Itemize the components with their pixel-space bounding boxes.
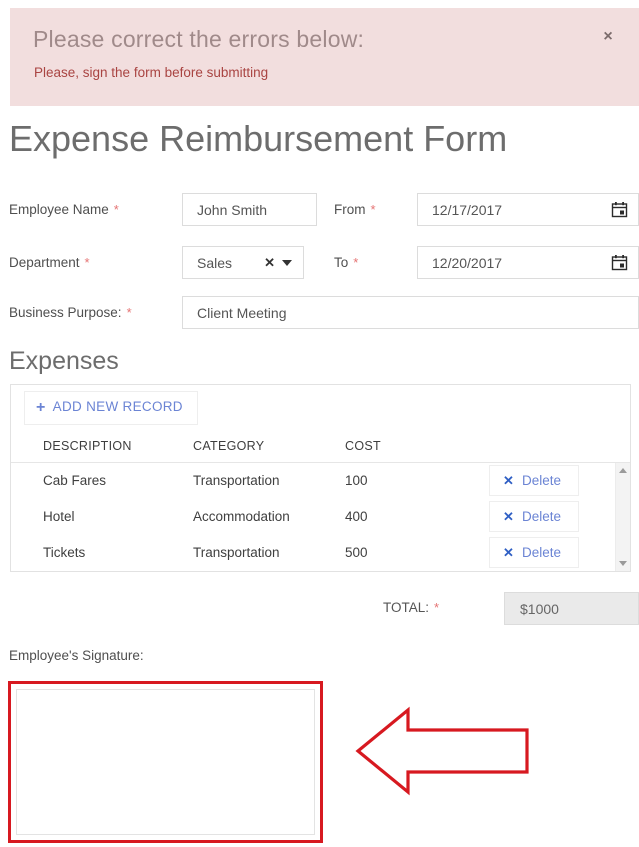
cell-category: Transportation — [193, 545, 280, 560]
cell-category: Accommodation — [193, 509, 290, 524]
delete-label: Delete — [522, 473, 562, 488]
error-alert-message: Please, sign the form before submitting — [34, 65, 269, 80]
expenses-grid-scrollbar[interactable] — [615, 463, 630, 571]
table-row: Tickets Transportation 500 ✕ Delete — [11, 535, 615, 570]
delete-row-button[interactable]: ✕ Delete — [489, 501, 579, 532]
from-date-input[interactable] — [418, 194, 548, 225]
total-value: $1000 — [520, 601, 559, 617]
required-marker: * — [84, 255, 90, 270]
department-select[interactable]: Sales ✕ — [182, 246, 304, 279]
scroll-down-icon[interactable] — [619, 561, 627, 566]
table-row: Hotel Accommodation 400 ✕ Delete — [11, 499, 615, 535]
required-marker: * — [113, 202, 119, 217]
department-label-text: Department — [9, 255, 80, 270]
delete-label: Delete — [522, 509, 562, 524]
expenses-section-title: Expenses — [9, 347, 119, 375]
close-icon[interactable]: × — [599, 28, 617, 46]
employee-name-input[interactable] — [182, 193, 317, 226]
cell-description: Cab Fares — [43, 473, 107, 488]
employee-name-label: Employee Name * — [9, 202, 119, 217]
column-header-cost: COST — [345, 439, 381, 453]
to-date-input[interactable] — [418, 247, 548, 278]
add-new-record-label: ADD NEW RECORD — [52, 399, 183, 414]
expenses-grid-header: DESCRIPTION CATEGORY COST — [11, 430, 630, 463]
from-date-field[interactable] — [417, 193, 639, 226]
cell-cost: 400 — [345, 509, 368, 524]
total-label: TOTAL: * — [383, 600, 439, 615]
cell-category: Transportation — [193, 473, 280, 488]
add-new-record-button[interactable]: + ADD NEW RECORD — [24, 391, 198, 425]
to-date-field[interactable] — [417, 246, 639, 279]
from-date-label-text: From — [334, 202, 366, 217]
to-date-label-text: To — [334, 255, 349, 270]
department-selected-value: Sales — [197, 255, 233, 271]
required-marker: * — [353, 255, 359, 270]
scroll-up-icon[interactable] — [619, 468, 627, 473]
page-title: Expense Reimbursement Form — [9, 118, 508, 159]
close-icon: ✕ — [503, 545, 514, 560]
chevron-down-icon[interactable] — [282, 260, 292, 266]
column-header-description: DESCRIPTION — [43, 439, 132, 453]
calendar-icon[interactable] — [611, 254, 628, 271]
total-field: $1000 — [504, 592, 639, 625]
expenses-grid-body: Cab Fares Transportation 100 ✕ Delete Ho… — [11, 463, 615, 570]
expenses-grid-toolbar: + ADD NEW RECORD — [11, 385, 630, 430]
required-marker: * — [370, 202, 376, 217]
cell-description: Tickets — [43, 545, 86, 560]
signature-canvas[interactable] — [16, 689, 315, 835]
business-purpose-input[interactable] — [182, 296, 639, 329]
expenses-grid: + ADD NEW RECORD DESCRIPTION CATEGORY COS… — [10, 384, 631, 572]
error-alert-title: Please correct the errors below: — [33, 26, 365, 52]
cell-description: Hotel — [43, 509, 75, 524]
to-date-label: To * — [334, 255, 358, 270]
close-icon: ✕ — [503, 473, 514, 488]
signature-highlight-box — [8, 681, 323, 843]
delete-label: Delete — [522, 545, 562, 560]
business-purpose-label-text: Business Purpose: — [9, 305, 122, 320]
error-alert-banner: Please correct the errors below: Please,… — [10, 8, 639, 106]
calendar-icon[interactable] — [611, 201, 628, 218]
plus-icon: + — [36, 399, 46, 416]
close-icon: ✕ — [503, 509, 514, 524]
total-label-text: TOTAL: — [383, 600, 430, 615]
required-marker: * — [434, 600, 440, 615]
delete-row-button[interactable]: ✕ Delete — [489, 465, 579, 496]
business-purpose-label: Business Purpose: * — [9, 305, 132, 320]
cell-cost: 100 — [345, 473, 368, 488]
annotation-arrow-left-icon — [355, 706, 529, 796]
clear-icon[interactable]: ✕ — [264, 254, 275, 271]
delete-row-button[interactable]: ✕ Delete — [489, 537, 579, 568]
required-marker: * — [126, 305, 132, 320]
signature-label: Employee's Signature: — [9, 648, 144, 663]
from-date-label: From * — [334, 202, 376, 217]
employee-name-label-text: Employee Name — [9, 202, 109, 217]
column-header-category: CATEGORY — [193, 439, 265, 453]
department-label: Department * — [9, 255, 90, 270]
table-row: Cab Fares Transportation 100 ✕ Delete — [11, 463, 615, 499]
cell-cost: 500 — [345, 545, 368, 560]
